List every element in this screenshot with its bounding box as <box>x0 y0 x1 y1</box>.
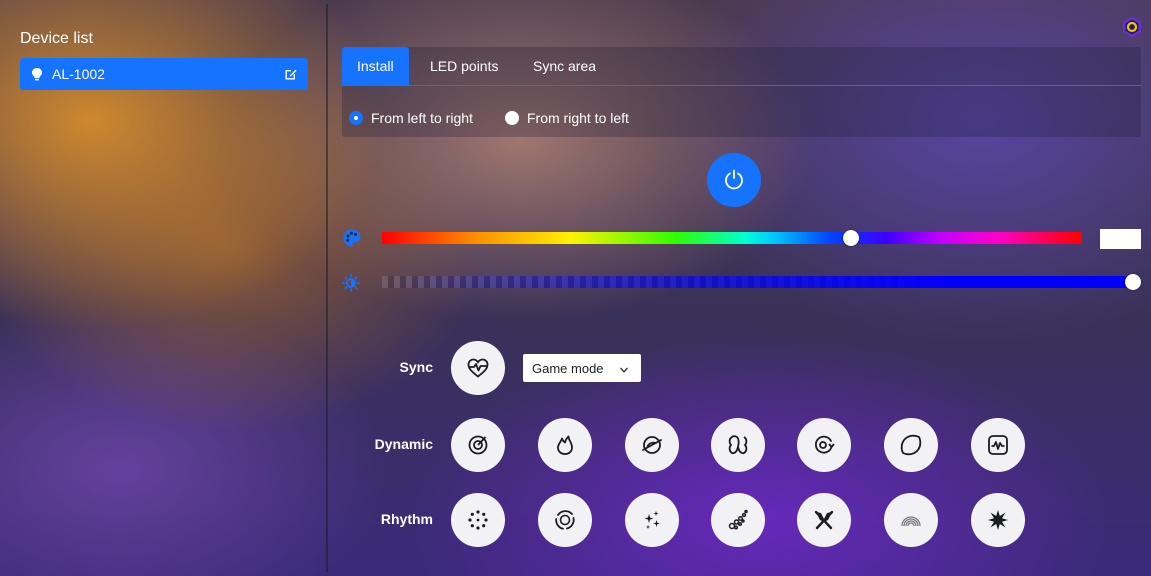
heart-pulse-icon <box>467 358 489 378</box>
rhythm-effect-5-button[interactable] <box>797 493 851 547</box>
rhythm-label: Rhythm <box>380 511 433 527</box>
sync-mode-select[interactable]: Game mode <box>523 354 641 382</box>
rainbow-icon <box>901 516 921 527</box>
sidebar-divider[interactable] <box>326 4 328 572</box>
device-name: AL-1002 <box>52 66 105 82</box>
dynamic-effect-1-button[interactable] <box>451 418 505 472</box>
sync-mode-value: Game mode <box>532 361 604 376</box>
lemon-icon <box>900 434 922 456</box>
color-preview-swatch[interactable] <box>1100 229 1141 249</box>
radio-label: From right to left <box>527 110 629 126</box>
rhythm-effect-7-button[interactable] <box>971 493 1025 547</box>
sync-heart-button[interactable] <box>451 341 505 395</box>
circle-swirl-icon <box>555 510 575 530</box>
rhythm-effect-4-button[interactable] <box>711 493 765 547</box>
edit-icon[interactable] <box>284 67 298 81</box>
sync-label: Sync <box>399 359 433 375</box>
tab-led-points[interactable]: LED points <box>415 47 513 85</box>
dynamic-effect-4-button[interactable] <box>711 418 765 472</box>
dynamic-effect-5-button[interactable] <box>797 418 851 472</box>
radio-indicator <box>505 111 519 125</box>
chevron-down-icon <box>619 363 629 373</box>
device-item[interactable]: AL-1002 <box>20 58 308 90</box>
radio-label: From left to right <box>371 110 473 126</box>
brightness-slider-thumb[interactable] <box>1125 274 1141 290</box>
palette-icon <box>342 228 362 248</box>
burst-icon <box>988 510 1008 530</box>
brightness-slider-track[interactable] <box>382 276 1139 288</box>
loop-icon <box>728 435 748 455</box>
dot-ring-icon <box>468 510 488 530</box>
dynamic-effect-6-button[interactable] <box>884 418 938 472</box>
dynamic-label: Dynamic <box>374 436 433 452</box>
hue-slider-thumb[interactable] <box>843 230 859 246</box>
power-icon <box>725 169 743 190</box>
swirl-target-icon <box>468 435 488 455</box>
rhythm-effect-2-button[interactable] <box>538 493 592 547</box>
tab-bar: Install LED points Sync area <box>342 47 1141 86</box>
spin-icon <box>814 435 835 454</box>
tab-sync-area[interactable]: Sync area <box>518 47 611 85</box>
settings-hex-icon[interactable] <box>1120 15 1144 39</box>
rhythm-effect-3-button[interactable] <box>625 493 679 547</box>
brightness-icon <box>342 274 361 293</box>
bulb-icon <box>30 67 44 81</box>
device-list-title: Device list <box>20 30 93 47</box>
tab-install[interactable]: Install <box>342 47 409 85</box>
waveform-icon <box>988 435 1008 455</box>
radio-selected-indicator <box>349 111 363 125</box>
dynamic-effect-2-button[interactable] <box>538 418 592 472</box>
rhythm-effect-6-button[interactable] <box>884 493 938 547</box>
dynamic-effect-7-button[interactable] <box>971 418 1025 472</box>
dynamic-effect-3-button[interactable] <box>625 418 679 472</box>
sparkles-icon <box>644 511 660 529</box>
bubbles-icon <box>728 509 748 530</box>
rhythm-effect-1-button[interactable] <box>451 493 505 547</box>
flame-icon <box>557 435 573 455</box>
orbit-icon <box>642 436 662 454</box>
hue-slider-track[interactable] <box>382 232 1082 244</box>
power-button[interactable] <box>707 153 761 207</box>
crossed-sticks-icon <box>814 510 834 530</box>
